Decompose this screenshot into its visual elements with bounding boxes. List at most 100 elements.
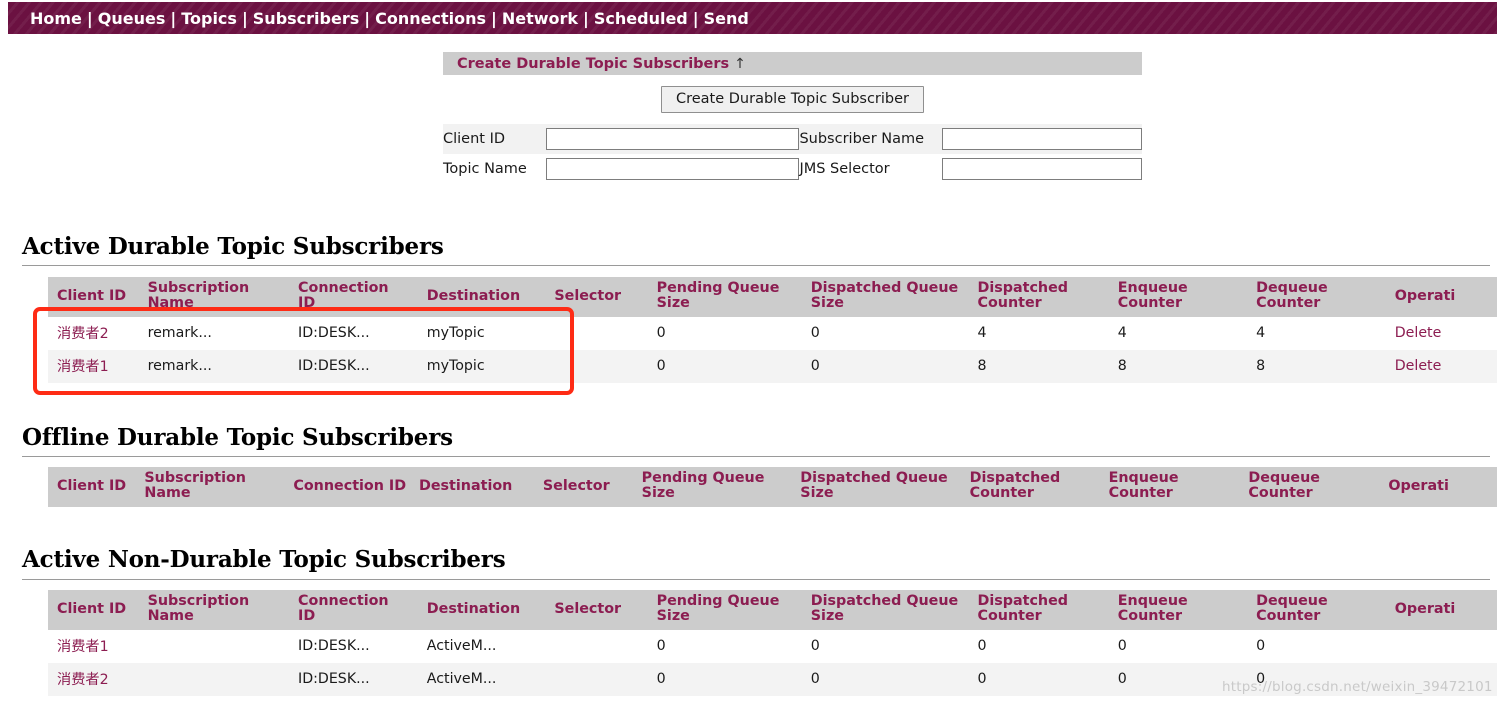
- client-id-link[interactable]: 消费者1: [57, 359, 109, 375]
- cell-subscription-name: remark...: [138, 316, 281, 350]
- cell-client-id: 消费者2: [48, 662, 130, 696]
- nav-item-home[interactable]: Home: [30, 9, 82, 28]
- col-header-dispatched-counter[interactable]: Dispatched Counter: [968, 590, 1100, 630]
- create-panel-header: Create Durable Topic Subscribers ↑: [443, 52, 1142, 75]
- table-row: 消费者2 ID:DESK... ActiveM... 0 0 0 0 0: [48, 662, 1497, 696]
- cell-selector: [545, 662, 639, 696]
- col-header-enqueue-counter[interactable]: Enqueue Counter: [1108, 590, 1239, 630]
- client-id-link[interactable]: 消费者2: [57, 672, 109, 688]
- cell-dispatched-queue-size: 0: [801, 629, 960, 663]
- cell-enqueue-counter: 8: [1108, 349, 1239, 383]
- create-durable-topic-subscriber-button[interactable]: Create Durable Topic Subscriber: [660, 86, 925, 113]
- jms-selector-input[interactable]: [941, 158, 1142, 181]
- col-header-dequeue-counter[interactable]: Dequeue Counter: [1247, 590, 1377, 630]
- col-header-destination[interactable]: Destination: [417, 590, 537, 630]
- col-header-enqueue-counter[interactable]: Enqueue Counter: [1108, 277, 1239, 317]
- delete-link[interactable]: Delete: [1395, 358, 1442, 374]
- nav-separator: |: [490, 8, 497, 28]
- nav-item-scheduled[interactable]: Scheduled: [594, 9, 688, 28]
- cell-client-id: 消费者1: [48, 349, 130, 383]
- col-header-operations[interactable]: Operati: [1385, 590, 1497, 630]
- cell-dequeue-counter: 8: [1247, 349, 1377, 383]
- form-row-1: Client ID Subscriber Name: [443, 124, 1142, 154]
- cell-connection-id: ID:DESK...: [289, 349, 409, 383]
- cell-pending-queue-size: 0: [647, 629, 793, 663]
- col-header-dispatched-queue-size[interactable]: Dispatched Queue Size: [801, 590, 960, 630]
- col-header-subscription-name[interactable]: Subscription Name: [138, 590, 281, 630]
- cell-dequeue-counter: 4: [1247, 316, 1377, 350]
- cell-operations: [1385, 662, 1497, 696]
- cell-dispatched-counter: 8: [968, 349, 1100, 383]
- cell-subscription-name: remark...: [138, 349, 281, 383]
- create-panel-title: Create Durable Topic Subscribers: [457, 55, 730, 72]
- col-header-dequeue-counter[interactable]: Dequeue Counter: [1239, 467, 1377, 507]
- col-header-destination[interactable]: Destination: [409, 467, 532, 507]
- nav-item-connections[interactable]: Connections: [375, 9, 486, 28]
- nav-separator: |: [241, 8, 248, 28]
- col-header-dequeue-counter[interactable]: Dequeue Counter: [1247, 277, 1377, 317]
- cell-pending-queue-size: 0: [647, 349, 793, 383]
- col-header-dispatched-counter[interactable]: Dispatched Counter: [968, 277, 1100, 317]
- col-header-connection-id[interactable]: Connection ID: [284, 467, 408, 507]
- topic-name-input[interactable]: [546, 158, 800, 181]
- cell-selector: [545, 629, 639, 663]
- create-durable-subscriber-panel: Create Durable Topic Subscribers ↑ Creat…: [443, 52, 1142, 184]
- cell-client-id: 消费者1: [48, 629, 130, 663]
- col-header-pending-queue-size[interactable]: Pending Queue Size: [647, 590, 793, 630]
- nav-item-send[interactable]: Send: [704, 9, 749, 28]
- col-header-connection-id[interactable]: Connection ID: [289, 590, 409, 630]
- nav-separator: |: [583, 8, 589, 28]
- cell-pending-queue-size: 0: [647, 662, 793, 696]
- cell-operations: Delete: [1385, 349, 1497, 383]
- cell-connection-id: ID:DESK...: [289, 662, 409, 696]
- cell-dequeue-counter: 0: [1247, 662, 1377, 696]
- col-header-dispatched-queue-size[interactable]: Dispatched Queue Size: [791, 467, 958, 507]
- subscriber-name-label: Subscriber Name: [799, 124, 942, 154]
- jms-selector-input-cell: [941, 154, 1142, 184]
- col-header-dispatched-counter[interactable]: Dispatched Counter: [960, 467, 1097, 507]
- cell-client-id: 消费者2: [48, 316, 130, 350]
- table-row: 消费者1 remark... ID:DESK... myTopic 0 0 8 …: [48, 349, 1497, 383]
- up-arrow-icon: ↑: [734, 55, 746, 72]
- col-header-destination[interactable]: Destination: [417, 277, 537, 317]
- col-header-client-id[interactable]: Client ID: [48, 277, 130, 317]
- col-header-pending-queue-size[interactable]: Pending Queue Size: [647, 277, 793, 317]
- client-id-link[interactable]: 消费者1: [57, 639, 109, 655]
- nav-item-network[interactable]: Network: [502, 9, 578, 28]
- nav-item-subscribers[interactable]: Subscribers: [253, 9, 359, 28]
- cell-enqueue-counter: 4: [1108, 316, 1239, 350]
- col-header-connection-id[interactable]: Connection ID: [289, 277, 409, 317]
- nav-item-topics[interactable]: Topics: [181, 9, 237, 28]
- table-offline-durable-subscribers: Client ID Subscription Name Connection I…: [48, 467, 1497, 507]
- delete-link[interactable]: Delete: [1395, 325, 1442, 341]
- nav-item-queues[interactable]: Queues: [98, 9, 166, 28]
- col-header-operations[interactable]: Operati: [1379, 467, 1497, 507]
- col-header-pending-queue-size[interactable]: Pending Queue Size: [632, 467, 789, 507]
- col-header-selector[interactable]: Selector: [545, 590, 639, 630]
- client-id-link[interactable]: 消费者2: [57, 326, 109, 342]
- table-header-row: Client ID Subscription Name Connection I…: [48, 590, 1497, 630]
- topic-name-input-cell: [546, 154, 800, 184]
- section-title-active-non-durable: Active Non-Durable Topic Subscribers: [22, 546, 506, 573]
- cell-subscription-name: [138, 662, 281, 696]
- col-header-enqueue-counter[interactable]: Enqueue Counter: [1099, 467, 1237, 507]
- subscriber-name-input[interactable]: [941, 128, 1142, 151]
- section-divider: [22, 456, 1490, 457]
- table-row: 消费者2 remark... ID:DESK... myTopic 0 0 4 …: [48, 316, 1497, 350]
- cell-subscription-name: [138, 629, 281, 663]
- cell-enqueue-counter: 0: [1108, 662, 1239, 696]
- jms-selector-label: JMS Selector: [799, 161, 890, 177]
- cell-dispatched-counter: 4: [968, 316, 1100, 350]
- cell-dispatched-queue-size: 0: [801, 349, 960, 383]
- col-header-client-id[interactable]: Client ID: [48, 590, 130, 630]
- col-header-selector[interactable]: Selector: [545, 277, 639, 317]
- col-header-dispatched-queue-size[interactable]: Dispatched Queue Size: [801, 277, 960, 317]
- cell-dispatched-queue-size: 0: [801, 662, 960, 696]
- col-header-selector[interactable]: Selector: [533, 467, 630, 507]
- client-id-input[interactable]: [546, 128, 800, 151]
- col-header-subscription-name[interactable]: Subscription Name: [135, 467, 282, 507]
- nav-separator: |: [692, 8, 699, 28]
- col-header-subscription-name[interactable]: Subscription Name: [138, 277, 281, 317]
- col-header-operations[interactable]: Operati: [1385, 277, 1497, 317]
- col-header-client-id[interactable]: Client ID: [48, 467, 133, 507]
